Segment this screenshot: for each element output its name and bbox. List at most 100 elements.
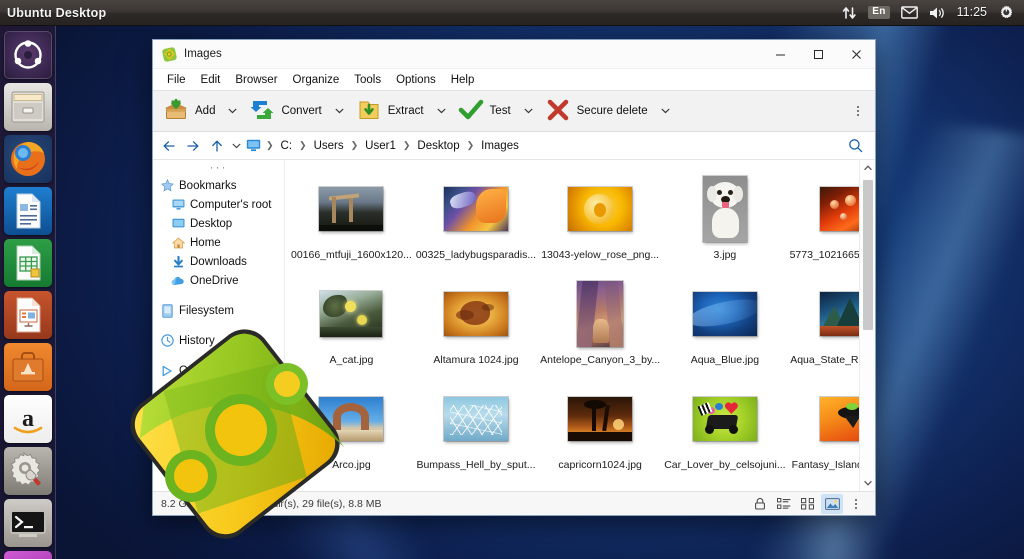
breadcrumb-users[interactable]: Users [310,137,348,155]
test-button[interactable]: Test [453,94,517,128]
file-name: Aqua_State_Reality_by_... [790,354,859,366]
launcher-item-libreoffice-writer[interactable] [3,187,52,235]
file-item[interactable] [289,481,414,491]
breadcrumb-user1[interactable]: User1 [361,137,400,155]
launcher-item-libreoffice-calc[interactable] [3,239,52,287]
clock-label[interactable]: 11:25 [957,0,987,26]
sidebar-item-bookmarks[interactable]: Bookmarks [153,176,284,195]
convert-dropdown-caret[interactable] [328,94,351,128]
sidebar-item-desktop[interactable]: Desktop [153,214,284,233]
file-name: Aqua_Blue.jpg [690,354,760,366]
menu-browser[interactable]: Browser [228,72,284,88]
vertical-scrollbar[interactable] [859,160,875,491]
add-dropdown-caret[interactable] [221,94,244,128]
file-item[interactable]: Fantasy_Island_by_cels... [788,376,859,481]
search-icon[interactable] [843,134,867,158]
launcher-item-system-settings[interactable] [3,447,52,495]
kebab-menu-icon[interactable] [850,94,866,128]
file-item[interactable] [414,481,538,491]
status-overflow-menu[interactable] [845,494,867,514]
file-item[interactable]: capricorn1024.jpg [538,376,662,481]
file-name: 5773_102166527519_69... [789,249,859,261]
computer-icon[interactable] [246,139,261,152]
file-item[interactable] [788,481,859,491]
menu-file[interactable]: File [160,72,193,88]
launcher-item-workspace-switcher[interactable] [3,551,52,559]
sidebar-item-downloads[interactable]: Downloads [153,252,284,271]
chevron-down-icon[interactable] [860,475,876,491]
minimize-button[interactable] [761,40,799,69]
extract-button[interactable]: Extract [351,94,430,128]
file-item[interactable]: Altamura 1024.jpg [414,271,538,376]
file-item[interactable]: 5773_102166527519_69... [788,166,859,271]
file-item[interactable]: 3.jpg [662,166,787,271]
sidebar-label: Bookmarks [179,179,237,192]
power-gear-icon[interactable] [998,0,1014,26]
secure-delete-button[interactable]: Secure delete [540,94,654,128]
system-tray: En 11:25 [842,0,1014,26]
arrow-up-icon[interactable] [205,134,229,158]
address-bar: ❯ C: ❯ Users ❯ User1 ❯ Desktop ❯ Images [153,132,875,160]
file-item[interactable] [662,481,787,491]
chevron-up-icon[interactable] [860,160,876,176]
sidebar-item-computers-root[interactable]: Computer's root [153,195,284,214]
breadcrumb-separator: ❯ [466,140,475,150]
menu-edit[interactable]: Edit [194,72,228,88]
launcher-item-terminal[interactable] [3,499,52,547]
launcher-item-files[interactable] [3,83,52,131]
network-arrows-icon[interactable] [842,0,857,26]
file-item[interactable]: Aqua_Blue.jpg [662,271,787,376]
convert-button[interactable]: Convert [244,94,327,128]
menu-tools[interactable]: Tools [347,72,388,88]
menu-organize[interactable]: Organize [286,72,347,88]
menu-options[interactable]: Options [389,72,443,88]
add-button[interactable]: Add [158,94,221,128]
launcher-item-ubuntu-dash[interactable] [3,31,52,79]
file-item[interactable]: 13043-yelow_rose_png... [538,166,662,271]
scrollbar-track[interactable] [860,176,876,475]
volume-icon[interactable] [929,0,946,26]
keyboard-layout-indicator[interactable]: En [868,0,890,26]
sidebar-item-onedrive[interactable]: OneDrive [153,271,284,290]
lock-icon[interactable] [749,494,771,514]
sidebar-item-filesystem[interactable]: Filesystem [153,301,284,320]
thumbnail-view-icon[interactable] [821,493,843,514]
file-item[interactable]: 00166_mtfuji_1600x120... [289,166,414,271]
maximize-button[interactable] [799,40,837,69]
play-icon [160,364,174,378]
file-grid-viewport[interactable]: 00166_mtfuji_1600x120... 00325_ladybugsp… [285,160,859,491]
sidebar-item-history[interactable]: History [153,331,284,350]
secure-delete-dropdown-caret[interactable] [654,94,677,128]
file-item[interactable]: Aqua_State_Reality_by_... [788,271,859,376]
menu-help[interactable]: Help [444,72,482,88]
list-view-icon[interactable] [773,494,795,514]
kebab-menu-icon [850,498,862,509]
file-item[interactable] [538,481,662,491]
details-view-icon[interactable] [797,494,819,514]
file-item[interactable]: Car_Lover_by_celsojuni... [662,376,787,481]
extract-dropdown-caret[interactable] [430,94,453,128]
close-button[interactable] [837,40,875,69]
launcher-item-ubuntu-software[interactable] [3,343,52,391]
breadcrumb-c-drive[interactable]: C: [277,137,297,155]
file-item[interactable]: Antelope_Canyon_3_by... [538,271,662,376]
envelope-icon[interactable] [900,0,918,26]
launcher-item-firefox[interactable] [3,135,52,183]
arrow-left-icon[interactable] [157,134,181,158]
breadcrumb-images[interactable]: Images [477,137,523,155]
launcher-item-libreoffice-impress[interactable] [3,291,52,339]
sidebar-dots[interactable]: ··· [153,161,284,176]
file-item[interactable]: Bumpass_Hell_by_sput... [414,376,538,481]
breadcrumb-desktop[interactable]: Desktop [413,137,463,155]
sidebar-item-open[interactable]: Open [153,361,284,380]
file-item[interactable]: Arco.jpg [289,376,414,481]
arrow-right-icon[interactable] [181,134,205,158]
test-dropdown-caret[interactable] [517,94,540,128]
file-item[interactable]: A_cat.jpg [289,271,414,376]
file-item[interactable]: 00325_ladybugsparadis... [414,166,538,271]
sidebar-item-home[interactable]: Home [153,233,284,252]
launcher-item-amazon[interactable]: a [3,395,52,443]
scrollbar-thumb[interactable] [862,180,873,330]
chevron-down-icon[interactable] [229,134,244,158]
